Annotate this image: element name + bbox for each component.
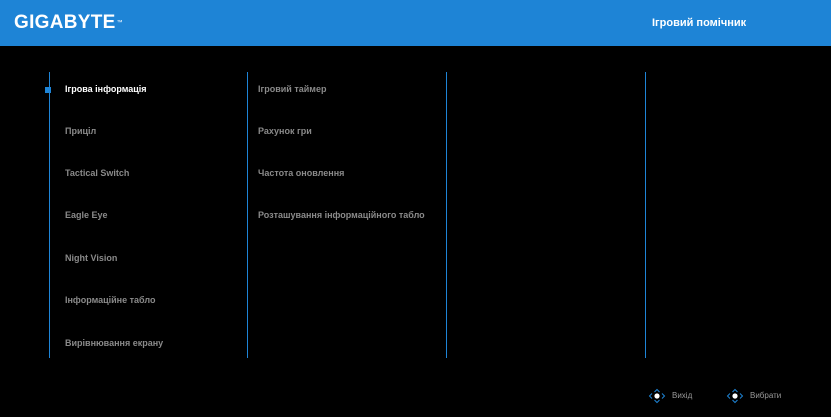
column-divider-values	[645, 72, 646, 358]
submenu-item-dashboard-location[interactable]: Розташування інформаційного табло	[258, 210, 425, 221]
select-button[interactable]: Вибрати	[726, 388, 781, 404]
logo-text: GIGABYTE	[14, 12, 116, 33]
exit-label: Вихід	[672, 391, 693, 400]
header-bar: GIGABYTE™ Ігровий помічник	[0, 0, 831, 46]
joystick-icon	[726, 388, 744, 404]
menu-item-eagle-eye[interactable]: Eagle Eye	[65, 210, 108, 221]
osd-screen: GIGABYTE™ Ігровий помічник Ігрова інформ…	[0, 0, 831, 417]
menu-item-night-vision[interactable]: Night Vision	[65, 253, 117, 264]
joystick-icon	[648, 388, 666, 404]
page-title: Ігровий помічник	[652, 17, 747, 29]
menu-item-display-alignment[interactable]: Вирівнювання екрану	[65, 338, 163, 349]
menu-item-dashboard[interactable]: Інформаційне табло	[65, 295, 155, 306]
menu-item-game-info[interactable]: Ігрова інформація	[65, 84, 147, 95]
exit-button[interactable]: Вихід	[648, 388, 692, 404]
gigabyte-logo: GIGABYTE™	[14, 13, 123, 33]
submenu-item-game-timer[interactable]: Ігровий таймер	[258, 84, 326, 95]
submenu-item-refresh-rate[interactable]: Частота оновлення	[258, 168, 344, 179]
logo-trademark: ™	[116, 20, 123, 26]
column-divider-options	[446, 72, 447, 358]
menu-item-crosshair[interactable]: Приціл	[65, 126, 96, 137]
submenu-item-game-counter[interactable]: Рахунок гри	[258, 126, 312, 137]
column-divider-submenu	[247, 72, 248, 358]
menu-item-tactical-switch[interactable]: Tactical Switch	[65, 168, 129, 179]
column-divider-main-menu	[49, 72, 50, 358]
select-label: Вибрати	[750, 391, 782, 400]
selection-indicator	[45, 87, 51, 93]
